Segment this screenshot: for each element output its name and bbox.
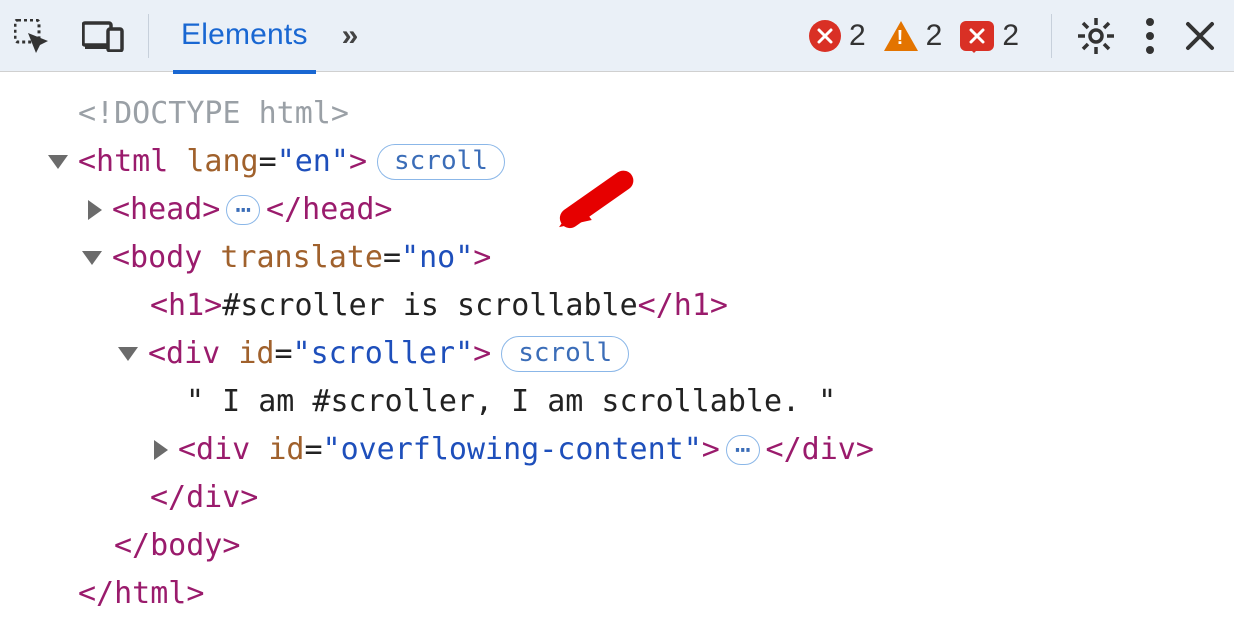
tag-h1-open: <h1> [150, 282, 222, 330]
dom-html-open[interactable]: <html lang="en"> scroll [0, 138, 1234, 186]
settings-icon[interactable] [1076, 16, 1116, 56]
caret-down-icon[interactable] [48, 155, 68, 169]
caret-down-icon[interactable] [82, 251, 102, 265]
dom-body-open[interactable]: <body translate="no"> [0, 234, 1234, 282]
q: " [401, 234, 419, 282]
tag-html: <html [78, 138, 186, 186]
elements-panel: <!DOCTYPE html> <html lang="en"> scroll … [0, 72, 1234, 618]
dom-body-close[interactable]: </body> [0, 522, 1234, 570]
eq: = [274, 330, 292, 378]
tag-head-open: <head> [112, 186, 220, 234]
tab-elements-label: Elements [181, 18, 308, 51]
attr-id: id [268, 426, 304, 474]
attr-lang: lang [186, 138, 258, 186]
doctype-text: <!DOCTYPE html> [78, 90, 349, 138]
tag-h1-close: </h1> [638, 282, 728, 330]
dom-head[interactable]: <head> ⋯ </head> [0, 186, 1234, 234]
tag-head-close: </head> [266, 186, 392, 234]
dom-doctype[interactable]: <!DOCTYPE html> [0, 90, 1234, 138]
dom-text-node[interactable]: " I am #scroller, I am scrollable. " [0, 378, 1234, 426]
attr-id-overflowing: overflowing-content [341, 426, 684, 474]
dom-div-scroller[interactable]: <div id="scroller"> scroll [0, 330, 1234, 378]
h1-text: #scroller is scrollable [222, 282, 637, 330]
tag-body: <body [112, 234, 220, 282]
attr-translate-val: no [419, 234, 455, 282]
dom-h1[interactable]: <h1>#scroller is scrollable</h1> [0, 282, 1234, 330]
warning-icon [884, 21, 918, 51]
eq: = [383, 234, 401, 282]
q: " [455, 330, 473, 378]
errors-count: 2 [849, 19, 866, 53]
kebab-menu-icon[interactable] [1144, 16, 1156, 56]
gt: > [349, 138, 367, 186]
tag-div: <div [178, 426, 268, 474]
scroll-badge[interactable]: scroll [501, 336, 629, 372]
attr-id-scroller: scroller [311, 330, 456, 378]
tab-elements[interactable]: Elements [173, 0, 316, 74]
scroll-badge[interactable]: scroll [377, 144, 505, 180]
q: " [293, 330, 311, 378]
attr-id: id [238, 330, 274, 378]
issues-status[interactable]: 2 [960, 19, 1019, 53]
tag-div-close: </div> [766, 426, 874, 474]
dom-div-scroller-close[interactable]: </div> [0, 474, 1234, 522]
devtools-toolbar: Elements » 2 2 2 [0, 0, 1234, 72]
q: " [684, 426, 702, 474]
eq: = [259, 138, 277, 186]
gt: > [473, 330, 491, 378]
q: " [323, 426, 341, 474]
inspect-element-icon[interactable] [14, 19, 52, 53]
toolbar-separator [1051, 14, 1052, 58]
warnings-count: 2 [926, 19, 943, 53]
tag-body-close: </body> [114, 522, 240, 570]
caret-right-icon[interactable] [154, 440, 168, 460]
dom-tree[interactable]: <!DOCTYPE html> <html lang="en"> scroll … [0, 72, 1234, 618]
close-icon[interactable] [1184, 20, 1216, 52]
attr-translate: translate [220, 234, 383, 282]
q: " [277, 138, 295, 186]
error-icon [809, 20, 841, 52]
tag-div: <div [148, 330, 238, 378]
eq: = [304, 426, 322, 474]
ellipsis-icon[interactable]: ⋯ [226, 195, 260, 225]
caret-down-icon[interactable] [118, 347, 138, 361]
q: " [455, 234, 473, 282]
errors-status[interactable]: 2 [809, 19, 866, 53]
console-status-group[interactable]: 2 2 2 [809, 19, 1019, 53]
gt: > [473, 234, 491, 282]
toolbar-separator [148, 14, 149, 58]
gt: > [702, 426, 720, 474]
warnings-status[interactable]: 2 [884, 19, 943, 53]
ellipsis-icon[interactable]: ⋯ [726, 435, 760, 465]
tag-html-close: </html> [78, 570, 204, 618]
more-tabs-button[interactable]: » [342, 19, 359, 53]
device-toolbar-icon[interactable] [82, 20, 124, 52]
scroller-text: " I am #scroller, I am scrollable. " [186, 378, 836, 426]
attr-lang-val: en [295, 138, 331, 186]
issues-icon [960, 21, 994, 51]
dom-div-overflowing[interactable]: <div id="overflowing-content"> ⋯ </div> [0, 426, 1234, 474]
tag-div-close: </div> [150, 474, 258, 522]
dom-html-close[interactable]: </html> [0, 570, 1234, 618]
issues-count: 2 [1002, 19, 1019, 53]
q: " [331, 138, 349, 186]
caret-right-icon[interactable] [88, 200, 102, 220]
